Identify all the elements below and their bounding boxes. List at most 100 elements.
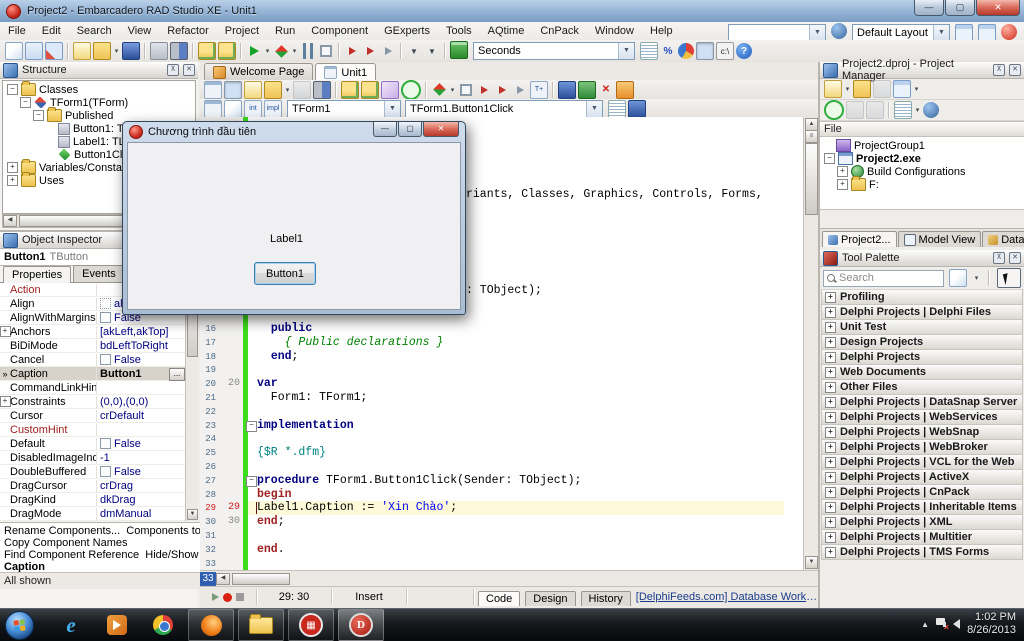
menu-help[interactable]: Help [642, 23, 681, 40]
tree-item-classes[interactable]: −Classes [5, 83, 195, 96]
profiler-toggle-icon[interactable] [696, 42, 714, 60]
form-minimize-button[interactable]: — [373, 122, 397, 137]
menu-view[interactable]: View [120, 23, 160, 40]
desktop-speed-combo[interactable]: ▼ [728, 24, 826, 42]
checkbox-icon[interactable] [100, 354, 111, 365]
save-project-icon[interactable] [873, 80, 891, 98]
palette-category-unit-test[interactable]: +Unit Test [821, 320, 1023, 335]
menu-tools[interactable]: Tools [438, 23, 480, 40]
code-line-20[interactable]: 2020var [200, 377, 800, 391]
palette-category-delphi-projects-websnap[interactable]: +Delphi Projects | WebSnap [821, 425, 1023, 440]
run-params-icon[interactable] [431, 82, 447, 98]
dropdown-arrow-icon[interactable]: ▾ [263, 47, 272, 55]
export-all-icon[interactable] [361, 81, 379, 99]
scroll-left-icon[interactable]: ◀ [216, 573, 230, 585]
expand-icon[interactable]: − [33, 110, 44, 121]
property-value[interactable]: crDrag [97, 480, 186, 492]
build-later-icon[interactable] [866, 101, 884, 119]
expand-icon[interactable]: + [825, 307, 836, 318]
scroll-left-icon[interactable]: ◀ [3, 215, 17, 227]
trace-into-icon[interactable] [476, 82, 492, 98]
view-tab-history[interactable]: History [581, 591, 631, 606]
save-icon[interactable] [293, 81, 311, 99]
expand-icon[interactable]: + [825, 547, 836, 558]
code-line-25[interactable]: 25{$R *.dfm} [200, 446, 800, 460]
property-row-default[interactable]: DefaultFalse [0, 437, 186, 451]
open-project-icon[interactable] [198, 42, 216, 60]
property-value[interactable]: dkDrag [97, 494, 186, 506]
report-icon[interactable] [640, 42, 658, 60]
property-row-customhint[interactable]: CustomHint [0, 423, 186, 437]
expand-icon[interactable]: + [837, 166, 848, 177]
code-line-21[interactable]: 21 Form1: TForm1; [200, 391, 800, 405]
save-all-icon[interactable] [313, 81, 331, 99]
delphifeeds-link[interactable]: [DelphiFeeds.com] Database Workbench 4.4… [636, 591, 818, 603]
tab-project2[interactable]: Project2... [822, 231, 897, 247]
trace-into-icon[interactable] [344, 43, 360, 59]
expand-icon[interactable]: + [7, 175, 18, 186]
tree-item-tform1-tform[interactable]: −TForm1(TForm) [5, 96, 195, 109]
goto-implementation-icon[interactable]: impl [264, 100, 282, 118]
code-line-32[interactable]: 32end. [200, 543, 800, 557]
program-reset-icon[interactable] [318, 43, 334, 59]
property-row-dragmode[interactable]: DragModedmManual [0, 507, 186, 521]
property-value[interactable]: False [97, 438, 186, 450]
sync-edit-icon[interactable] [401, 80, 421, 100]
property-value[interactable]: -1 [97, 452, 186, 464]
property-row-dragcursor[interactable]: DragCursorcrDrag [0, 479, 186, 493]
palette-category-delphi-projects-delphi-files[interactable]: +Delphi Projects | Delphi Files [821, 305, 1023, 320]
menu-component[interactable]: Component [303, 23, 376, 40]
add-file-icon[interactable] [25, 42, 43, 60]
add-to-project-icon[interactable] [218, 42, 236, 60]
expand-icon[interactable]: + [825, 457, 836, 468]
view-list-icon[interactable] [894, 101, 912, 119]
profiler-interval-combo[interactable]: Seconds▼ [473, 42, 635, 60]
console-icon[interactable]: c:\ [716, 42, 734, 60]
run-icon[interactable] [246, 43, 262, 59]
form-maximize-button[interactable]: ▢ [398, 122, 422, 137]
pause-icon[interactable] [300, 43, 316, 59]
new-document-icon[interactable] [73, 42, 91, 60]
close-icon[interactable]: ✕ [183, 64, 195, 76]
code-line-22[interactable]: 22 [200, 405, 800, 419]
dropdown-arrow-icon[interactable]: ▾ [283, 86, 292, 94]
new-items-icon[interactable] [5, 42, 23, 60]
dropdown-arrow-icon[interactable]: ▾ [448, 86, 457, 94]
palette-category-other-files[interactable]: +Other Files [821, 380, 1023, 395]
palette-category-delphi-projects[interactable]: +Delphi Projects [821, 350, 1023, 365]
start-button[interactable] [5, 611, 34, 640]
expand-icon[interactable]: + [7, 162, 18, 173]
pin-icon[interactable]: ⊼ [167, 64, 179, 76]
tab-unit1[interactable]: Unit1 [315, 63, 376, 81]
expand-icon[interactable]: + [825, 292, 836, 303]
close-icon[interactable]: ✕ [1009, 252, 1021, 264]
tree-item-f[interactable]: +F: [822, 178, 1024, 191]
breakpoint-frame-icon[interactable] [458, 82, 474, 98]
palette-category-profiling[interactable]: +Profiling [821, 290, 1023, 305]
browse-back-icon[interactable]: ▼ [406, 43, 422, 59]
method-list-icon[interactable] [628, 100, 646, 118]
tree-item-project2-exe[interactable]: −Project2.exe [822, 152, 1024, 165]
palette-search-input[interactable]: Search [823, 270, 944, 287]
file-column-header[interactable]: File [820, 121, 1024, 137]
rad-studio-button[interactable]: D [338, 609, 384, 641]
internet-explorer-icon[interactable]: e [66, 613, 75, 638]
app-form-window[interactable]: Chương trình đầu tiên — ▢ ✕ Label1 Butto… [122, 121, 466, 315]
explorer-button[interactable] [238, 609, 284, 641]
property-value[interactable]: (0,0),(0,0) [97, 396, 186, 408]
scroll-down-icon[interactable]: ▼ [805, 556, 818, 569]
dropdown-arrow-icon[interactable]: ▾ [290, 47, 299, 55]
internet-explorer-icon[interactable]: e [58, 612, 84, 638]
fold-icon[interactable]: − [246, 476, 257, 487]
checkbox-icon[interactable] [100, 466, 111, 477]
expand-icon[interactable]: + [825, 472, 836, 483]
form-close-button[interactable]: ✕ [423, 122, 459, 137]
property-value[interactable]: dmManual [97, 508, 186, 520]
property-value[interactable]: bdLeftToRight [97, 340, 186, 352]
palette-category-web-documents[interactable]: +Web Documents [821, 365, 1023, 380]
palette-category-delphi-projects-activex[interactable]: +Delphi Projects | ActiveX [821, 470, 1023, 485]
property-value[interactable]: [akLeft,akTop] [97, 326, 186, 338]
volume-icon[interactable] [953, 619, 960, 629]
expand-icon[interactable]: − [7, 84, 18, 95]
property-row-constraints[interactable]: +Constraints(0,0),(0,0) [0, 395, 186, 409]
